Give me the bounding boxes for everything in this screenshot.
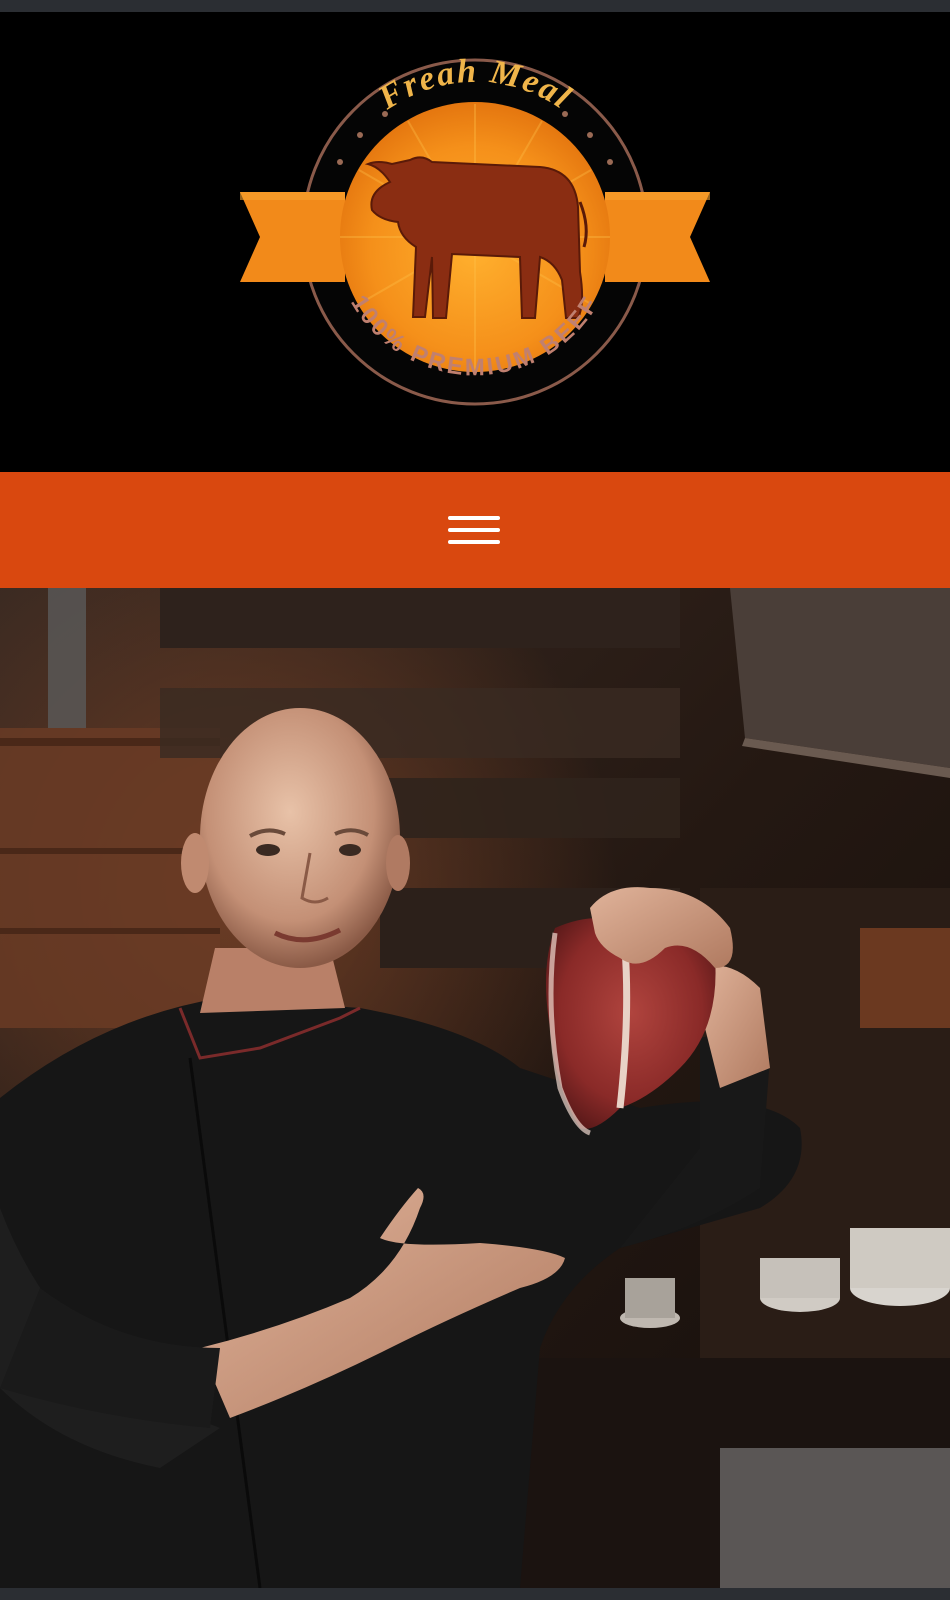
menu-line	[448, 540, 500, 544]
hero-image	[0, 588, 950, 1588]
brand-logo[interactable]: Freah Meal 100% PREMIUM BEEF	[240, 42, 710, 422]
chef-holding-raw-steak-photo	[0, 588, 950, 1588]
menu-line	[448, 516, 500, 520]
top-status-strip	[0, 0, 950, 12]
menu-line	[448, 528, 500, 532]
nav-bar	[0, 472, 950, 588]
hamburger-menu-icon[interactable]	[445, 503, 503, 555]
bottom-strip	[0, 1588, 950, 1600]
site-header: Freah Meal 100% PREMIUM BEEF	[0, 12, 950, 472]
page: Freah Meal 100% PREMIUM BEEF	[0, 0, 950, 1600]
